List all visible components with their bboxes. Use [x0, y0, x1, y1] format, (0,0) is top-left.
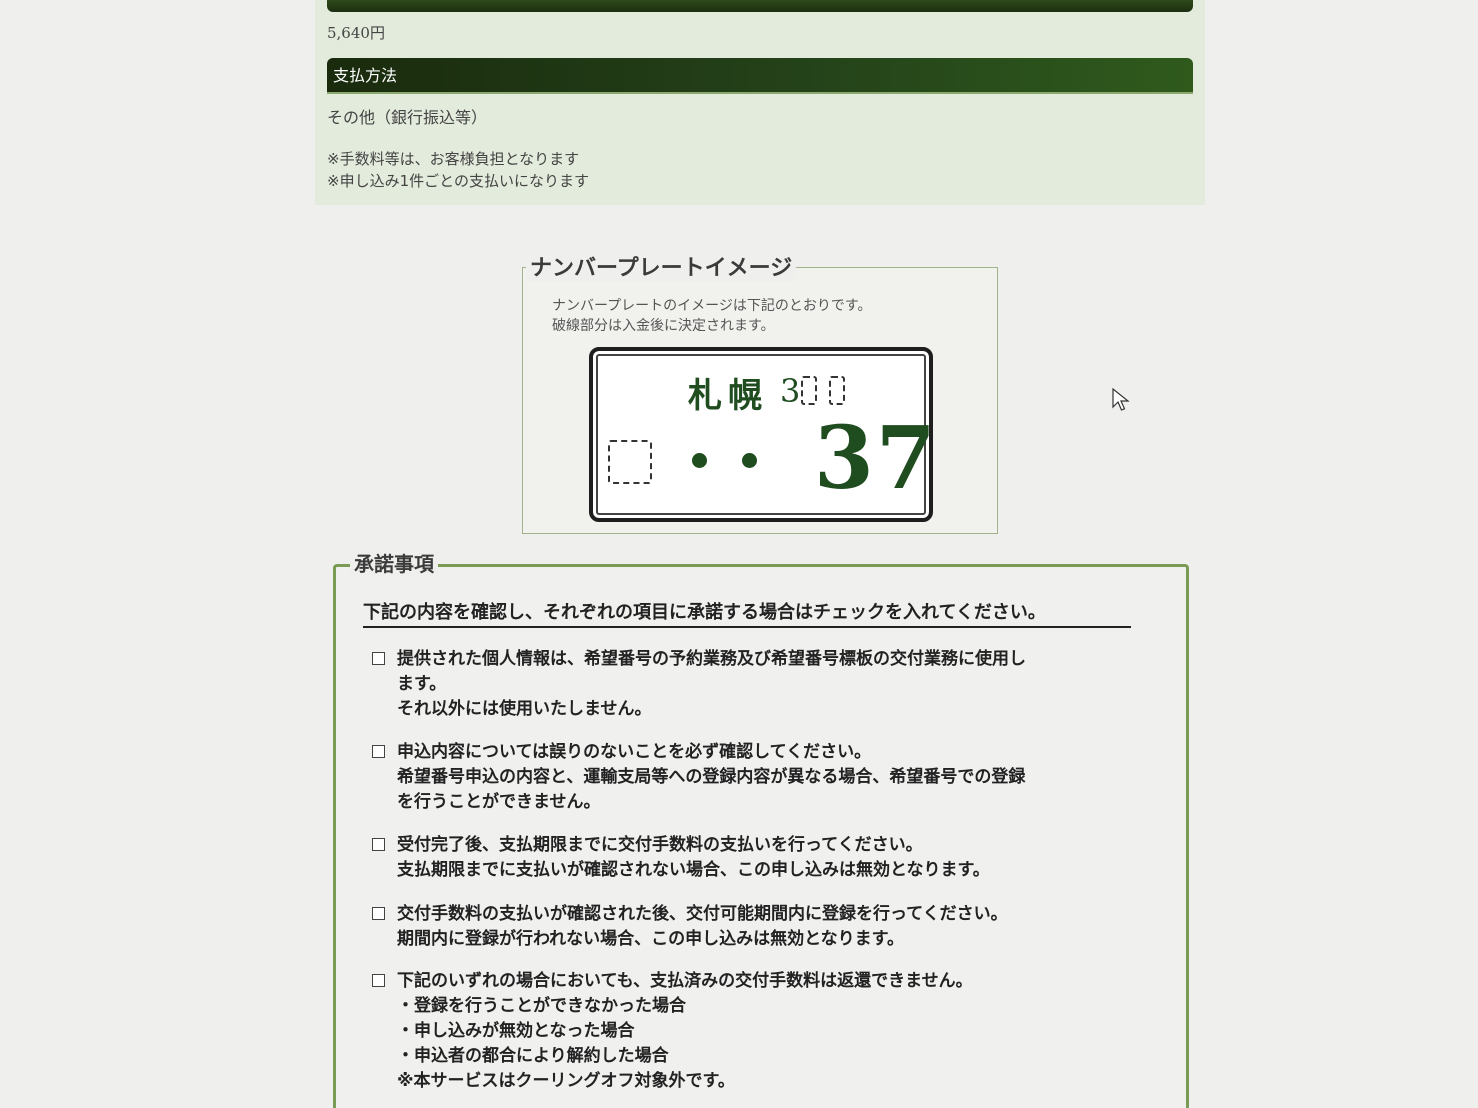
payment-method-header: 支払方法	[327, 58, 1193, 92]
plate-image-legend: ナンバープレートイメージ	[526, 250, 797, 282]
consent-intro: 下記の内容を確認し、それぞれの項目に承諾する場合はチェックを入れてください。	[363, 598, 1131, 628]
consent-item-text: 交付手数料の支払いが確認された後、交付可能期間内に登録を行ってください。	[397, 904, 1008, 924]
payment-method-title: 支払方法	[333, 66, 398, 85]
mouse-cursor-icon	[1112, 388, 1130, 411]
consent-checkbox[interactable]	[372, 838, 385, 851]
consent-legend: 承諾事項	[350, 548, 438, 577]
consent-item-text: 申込内容については誤りのないことを必ず確認してください。	[397, 742, 872, 762]
plate-class-prefix: 3	[780, 372, 801, 410]
consent-checkbox[interactable]	[372, 745, 385, 758]
consent-item: 申込内容については誤りのないことを必ず確認してください。 希望番号申込の内容と、…	[372, 740, 1112, 815]
plate-class-placeholder	[829, 376, 845, 405]
consent-item: 交付手数料の支払いが確認された後、交付可能期間内に登録を行ってください。 期間内…	[372, 902, 1112, 952]
plate-number: 37	[814, 408, 938, 509]
plate-dot	[742, 453, 757, 468]
consent-item-text: 期間内に登録が行われない場合、この申し込みは無効となります。	[397, 929, 904, 949]
plate-dot	[692, 453, 707, 468]
consent-item-text: ・登録を行うことができなかった場合	[397, 996, 686, 1016]
plate-description: 破線部分は入金後に決定されます。	[552, 318, 775, 334]
page: 5,640円 支払方法 その他（銀行振込等） ※手数料等は、お客様負担となります…	[0, 0, 1478, 1108]
consent-item-text: 提供された個人情報は、希望番号の予約業務及び希望番号標板の交付業務に使用し	[397, 649, 1026, 669]
consent-item: 提供された個人情報は、希望番号の予約業務及び希望番号標板の交付業務に使用し ます…	[372, 647, 1112, 722]
consent-item-text: 下記のいずれの場合においても、支払済みの交付手数料は返還できません。	[397, 971, 973, 991]
previous-section-header	[327, 0, 1193, 12]
fee-amount: 5,640円	[327, 24, 385, 42]
plate-class-placeholder	[801, 376, 817, 405]
consent-item-text: ・申し込みが無効となった場合	[397, 1021, 635, 1041]
consent-item-text: それ以外には使用いたしません。	[397, 699, 652, 719]
consent-item-text: 支払期限までに支払いが確認されない場合、この申し込みは無効となります。	[397, 860, 990, 880]
consent-item-text: 希望番号申込の内容と、運輸支局等への登録内容が異なる場合、希望番号での登録	[397, 767, 1026, 787]
consent-item-text: 受付完了後、支払期限までに交付手数料の支払いを行ってください。	[397, 835, 923, 855]
consent-item: 受付完了後、支払期限までに交付手数料の支払いを行ってください。 支払期限までに支…	[372, 833, 1112, 883]
consent-item: 下記のいずれの場合においても、支払済みの交付手数料は返還できません。 ・登録を行…	[372, 969, 1112, 1094]
consent-checkbox[interactable]	[372, 907, 385, 920]
consent-checkbox[interactable]	[372, 974, 385, 987]
plate-description: ナンバープレートのイメージは下記のとおりです。	[552, 298, 872, 314]
consent-item-text: ます。	[397, 674, 447, 694]
payment-note: ※手数料等は、お客様負担となります	[327, 150, 580, 168]
plate-kana-placeholder	[608, 440, 652, 484]
payment-method-value: その他（銀行振込等）	[327, 108, 488, 127]
consent-item-text: を行うことができません。	[397, 792, 601, 812]
consent-item-text: ・申込者の都合により解約した場合	[397, 1046, 669, 1066]
consent-item-text: ※本サービスはクーリングオフ対象外です。	[397, 1071, 735, 1091]
consent-checkbox[interactable]	[372, 652, 385, 665]
payment-note: ※申し込み1件ごとの支払いになります	[327, 172, 589, 190]
plate-region: 札幌	[688, 376, 768, 416]
